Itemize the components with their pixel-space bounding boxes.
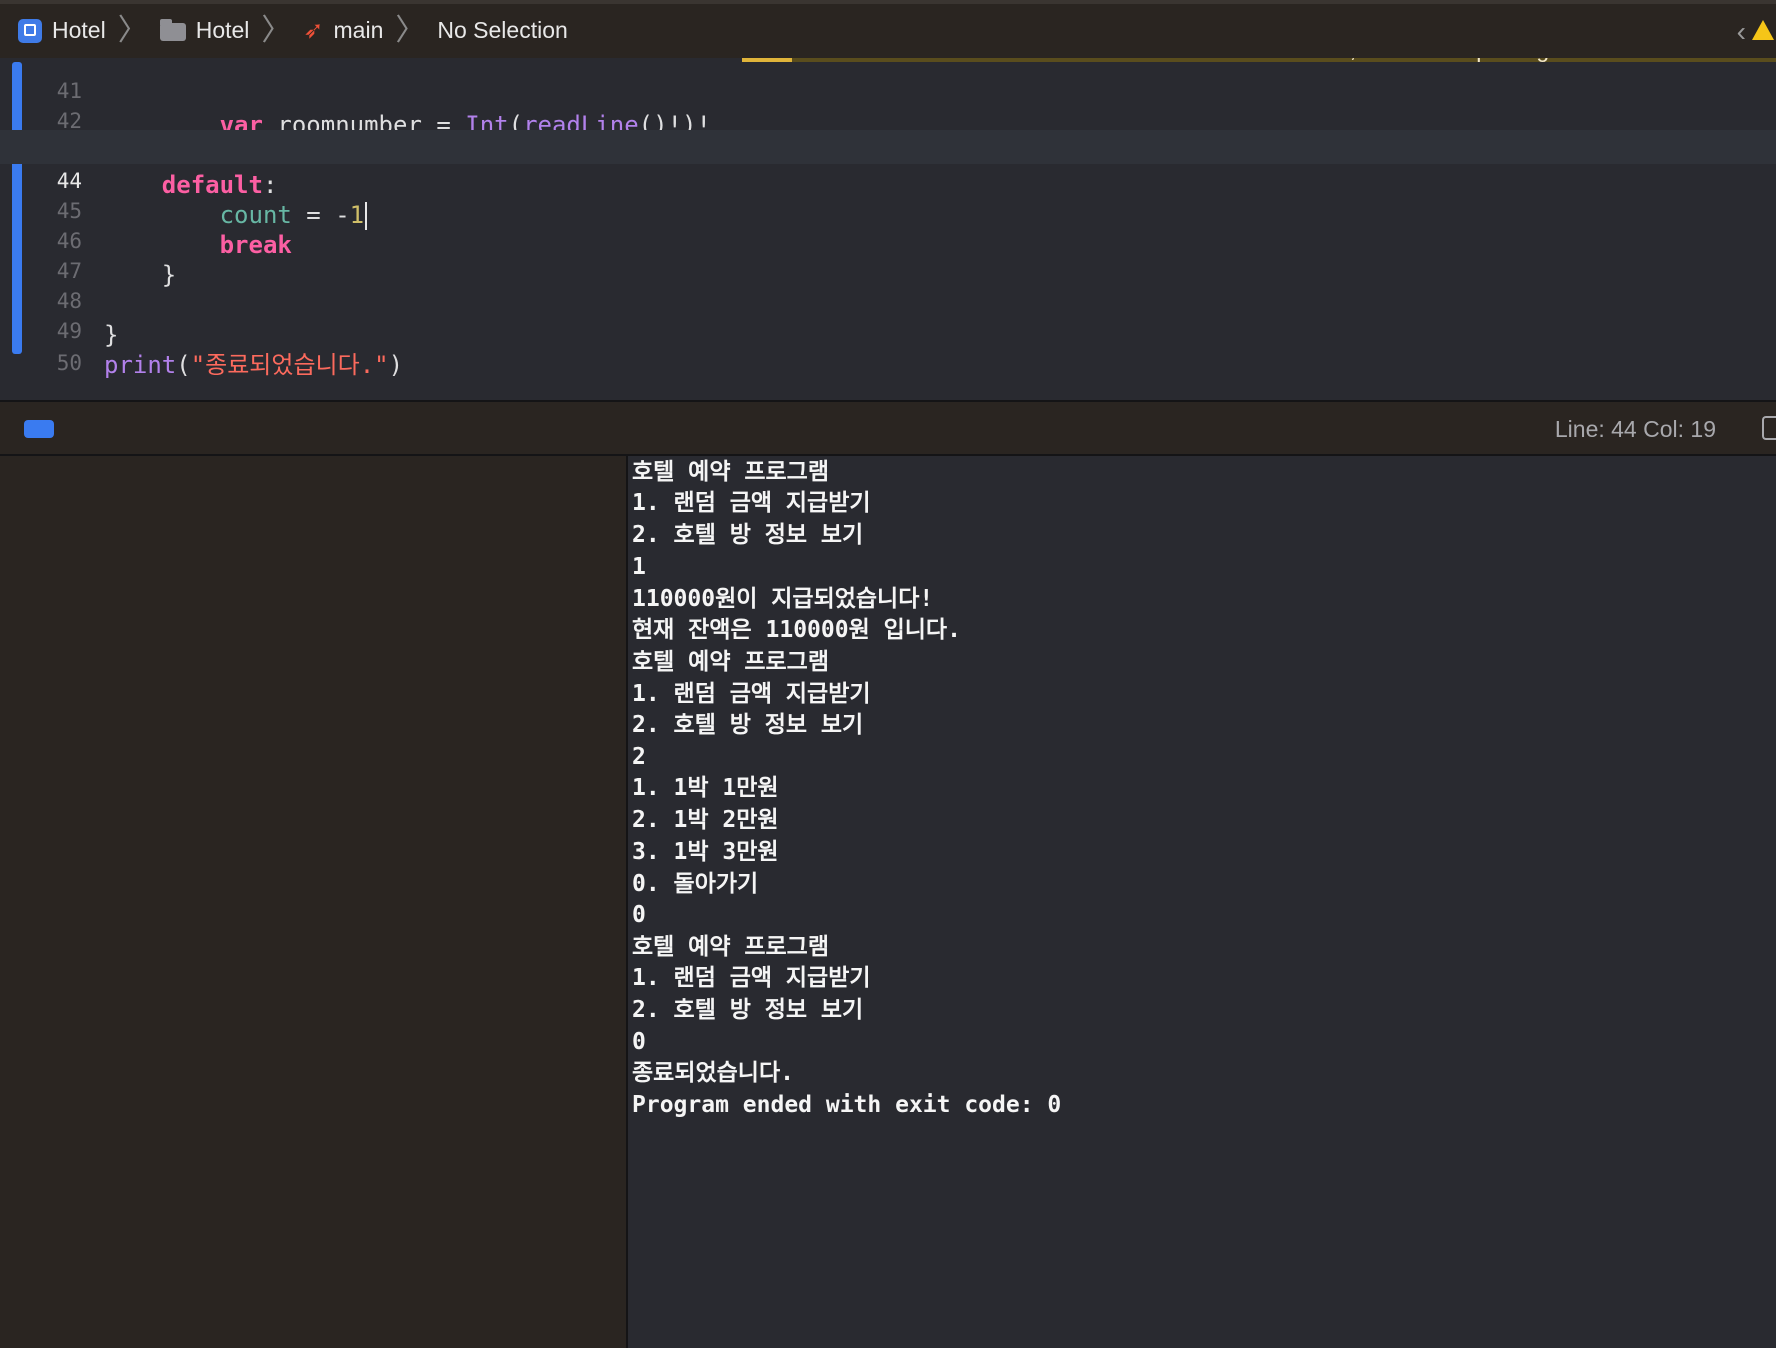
- console-line: 1. 랜덤 금액 지급받기: [632, 681, 871, 707]
- code-text: print("종료되었습니다."): [104, 351, 404, 379]
- xcode-project-icon: [18, 18, 42, 43]
- panel-layout-icon[interactable]: [1762, 416, 1776, 440]
- console-line: Program ended with exit code: 0: [632, 1092, 1062, 1118]
- code-line-44[interactable]: 44 count = -1: [0, 130, 1776, 230]
- console-line: 호텔 예약 프로그램: [632, 934, 829, 960]
- code-line-46[interactable]: 46 }: [0, 190, 1776, 289]
- breadcrumb-project-label: Hotel: [52, 17, 106, 43]
- breadcrumb-folder-label: Hotel: [195, 17, 250, 43]
- code-line-48[interactable]: 48 }: [0, 250, 1776, 349]
- debug-bar: Line: 44 Col: 19: [0, 402, 1776, 456]
- warning-triangle-icon[interactable]: [1752, 20, 1774, 40]
- code-editor[interactable]: 41 var roomnumber = Int(readLine()!)! In…: [0, 58, 1776, 400]
- console-line: 1. 랜덤 금액 지급받기: [632, 965, 871, 991]
- warning-message: Initialization of variable 'roomnumber' …: [804, 58, 1663, 66]
- variables-view[interactable]: [0, 456, 626, 1348]
- breadcrumb-folder[interactable]: Hotel: [159, 17, 250, 44]
- console-line: 1: [632, 554, 646, 580]
- chevron-left-icon[interactable]: ‹: [1737, 16, 1746, 48]
- breadcrumb-file[interactable]: ➶ main: [303, 16, 383, 45]
- debug-area-toggle-icon[interactable]: [24, 420, 54, 438]
- warning-banner[interactable]: Initialization of variable 'roomnumber' …: [742, 58, 1776, 68]
- breadcrumb-selection-label: No Selection: [437, 17, 568, 43]
- swift-file-icon: ➶: [303, 17, 324, 44]
- console-line: 1. 랜덤 금액 지급받기: [632, 490, 871, 516]
- code-line-49[interactable]: 49 print("종료되었습니다."): [0, 280, 1776, 379]
- console-line: 호텔 예약 프로그램: [632, 459, 829, 485]
- code-line-47[interactable]: 47: [0, 220, 1776, 283]
- console-line: 110000원이 지급되었습니다!: [632, 586, 934, 612]
- console-line: 0. 돌아가기: [632, 871, 759, 897]
- console-line: 2. 호텔 방 정보 보기: [632, 522, 864, 548]
- console-line: 호텔 예약 프로그램: [632, 649, 829, 675]
- chevron-right-icon: 〉: [261, 13, 292, 47]
- console-line: 2. 호텔 방 정보 보기: [632, 997, 864, 1023]
- breadcrumb: Hotel 〉 Hotel 〉 ➶ main 〉 No Selection: [18, 13, 568, 47]
- breadcrumb-project[interactable]: Hotel: [18, 17, 106, 44]
- breadcrumb-file-label: main: [333, 17, 384, 43]
- jump-bar: Hotel 〉 Hotel 〉 ➶ main 〉 No Selection ‹: [0, 0, 1776, 58]
- code-line-50[interactable]: 50: [0, 312, 1776, 375]
- console-line: 3. 1박 3만원: [632, 839, 779, 865]
- code-line-42[interactable]: 42 break: [0, 70, 1776, 169]
- console-line: 2: [632, 744, 646, 770]
- breadcrumb-selection[interactable]: No Selection: [437, 17, 567, 44]
- console-line: 0: [632, 902, 646, 928]
- code-line-45[interactable]: 45 break: [0, 160, 1776, 259]
- chevron-right-icon: 〉: [117, 13, 148, 47]
- chevron-right-icon: 〉: [395, 13, 426, 47]
- code-line-43[interactable]: 43 default:: [0, 100, 1776, 199]
- console-line: 2. 호텔 방 정보 보기: [632, 712, 864, 738]
- console-line: 2. 1박 2만원: [632, 807, 779, 833]
- folder-icon: [159, 18, 186, 41]
- console-output[interactable]: 호텔 예약 프로그램 1. 랜덤 금액 지급받기 2. 호텔 방 정보 보기 1 110…: [628, 456, 1776, 1348]
- console-line: 0: [632, 1029, 646, 1055]
- console-line: 종료되었습니다.: [632, 1060, 794, 1086]
- line-col-indicator: Line: 44 Col: 19: [1554, 416, 1716, 442]
- warning-triangle-icon: [742, 58, 792, 68]
- console-line: 1. 1박 1만원: [632, 775, 779, 801]
- console-line: 현재 잔액은 110000원 입니다.: [632, 617, 961, 643]
- line-number: 50: [56, 351, 82, 375]
